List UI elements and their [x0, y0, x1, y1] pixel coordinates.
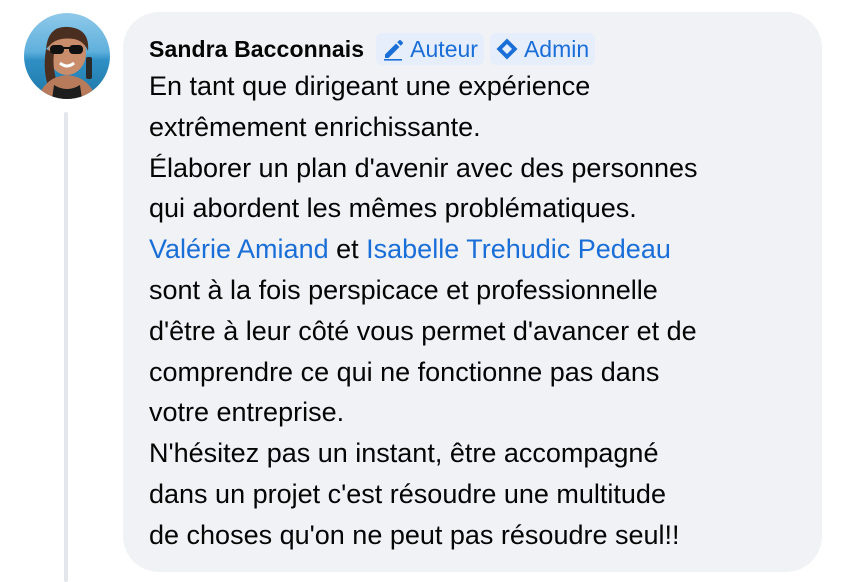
admin-badge-label: Admin: [523, 35, 590, 62]
comment-line: extrêmement enrichissante.: [149, 111, 481, 142]
author-badge-label: Auteur: [410, 35, 478, 62]
comment-line: d'être à leur côté vous permet d'avancer…: [149, 315, 697, 346]
comment-body: En tant que dirigeant une expérience ext…: [149, 66, 798, 556]
admin-badge[interactable]: Admin: [489, 33, 596, 65]
comment-line: En tant que dirigeant une expérience: [149, 71, 591, 101]
comment-line: N'hésitez pas un instant, être accompagn…: [149, 438, 659, 469]
comment-header: Sandra Bacconnais Auteur Admin: [149, 32, 798, 66]
comment-line: dans un projet c'est résoudre une multit…: [149, 478, 666, 509]
comment-line: de choses qu'on ne peut pas résoudre seu…: [149, 519, 680, 550]
pencil-icon: [380, 36, 406, 62]
comment-line: Élaborer un plan d'avenir avec des perso…: [149, 152, 698, 183]
mention-link-isabelle[interactable]: Isabelle Trehudic Pedeau: [366, 234, 671, 264]
comment-line-mentions: Valérie Amiand et Isabelle Trehudic Pede…: [149, 229, 798, 270]
avatar[interactable]: [24, 13, 110, 99]
avatar-photo: [24, 13, 110, 99]
comment-line: votre entreprise.: [149, 397, 345, 428]
author-badge[interactable]: Auteur: [376, 33, 484, 65]
admin-diamond-icon: [494, 36, 520, 62]
comment-bubble: Sandra Bacconnais Auteur Admin En tant q…: [123, 12, 822, 572]
comment-line: qui abordent les mêmes problématiques.: [149, 193, 637, 224]
thread-line: [64, 112, 68, 582]
author-name[interactable]: Sandra Bacconnais: [149, 36, 364, 63]
comment-line: comprendre ce qui ne fonctionne pas dans: [149, 356, 660, 387]
mention-connector: et: [328, 234, 367, 265]
comment-line: sont à la fois perspicace et professionn…: [149, 274, 658, 305]
comment-thread: Sandra Bacconnais Auteur Admin En tant q…: [0, 0, 864, 582]
mention-link-valerie[interactable]: Valérie Amiand: [149, 234, 329, 264]
